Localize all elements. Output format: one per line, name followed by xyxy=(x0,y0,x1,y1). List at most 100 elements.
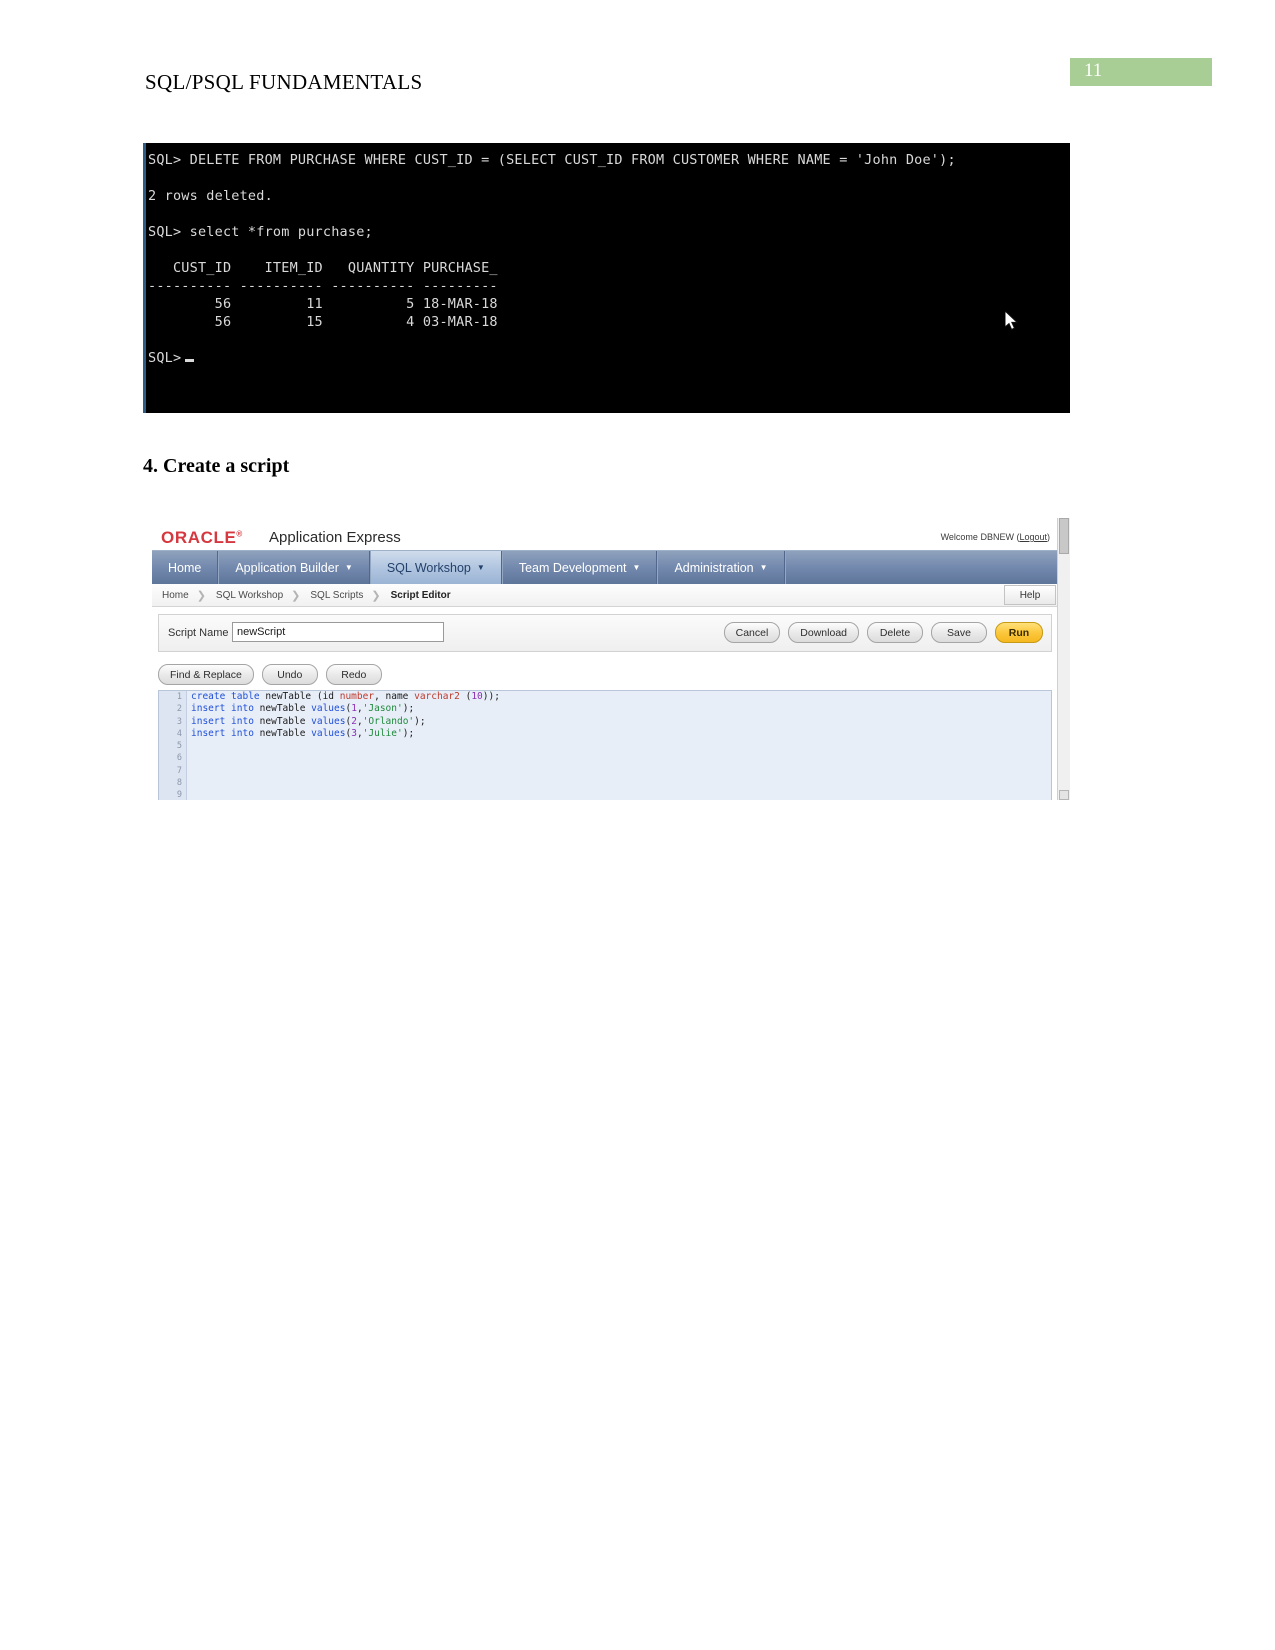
code-token: )); xyxy=(482,691,500,702)
oracle-wordmark: ORACLE xyxy=(161,528,237,547)
nav-tab-sql-workshop[interactable]: SQL Workshop ▼ xyxy=(369,551,502,585)
terminal-line: CUST_ID ITEM_ID QUANTITY PURCHASE_ xyxy=(148,260,498,276)
breadcrumb-separator-icon: ❯ xyxy=(196,589,206,602)
scroll-down-arrow-icon[interactable] xyxy=(1059,790,1069,800)
line-number-gutter: 1 234 567 89 xyxy=(159,691,187,800)
terminal-line: SQL> xyxy=(148,349,1070,367)
breadcrumb-separator-icon: ❯ xyxy=(371,589,381,602)
code-token: ); xyxy=(402,703,415,715)
help-button[interactable]: Help xyxy=(1004,585,1056,605)
breadcrumb-separator-icon: ❯ xyxy=(291,589,301,602)
code-token: insert xyxy=(191,715,232,727)
code-token: 10 xyxy=(471,691,483,702)
code-token: number xyxy=(339,691,375,702)
chevron-down-icon: ▼ xyxy=(759,563,768,572)
page-number-badge: 11 xyxy=(1070,58,1212,86)
code-token: 'Julie' xyxy=(362,727,403,739)
sqlplus-terminal-screenshot: SQL> DELETE FROM PURCHASE WHERE CUST_ID … xyxy=(143,143,1070,413)
code-line: create table newTable (id number, name v… xyxy=(191,691,1051,703)
run-button[interactable]: Run xyxy=(995,622,1043,643)
line-number: 6 xyxy=(176,753,182,764)
code-token: newTable xyxy=(259,703,312,715)
nav-tab-label: Home xyxy=(168,561,202,575)
code-token: , name xyxy=(374,691,415,702)
chevron-down-icon: ▼ xyxy=(632,563,641,572)
terminal-line: ---------- ---------- ---------- -------… xyxy=(148,278,498,294)
page-title: SQL/PSQL FUNDAMENTALS xyxy=(145,70,423,94)
code-token: newTable xyxy=(259,715,312,727)
code-line: insert into newTable values(1,'Jason'); xyxy=(191,703,1051,715)
code-token: insert xyxy=(191,727,232,739)
code-token: values xyxy=(311,703,346,715)
apex-main-navigation: Home Application Builder ▼ SQL Workshop ▼ Tea… xyxy=(152,550,1058,585)
logout-link[interactable]: Logout xyxy=(1019,532,1047,542)
logout-paren-close: ) xyxy=(1047,532,1050,542)
terminal-line: SQL> DELETE FROM PURCHASE WHERE CUST_ID … xyxy=(148,152,956,168)
editor-tool-group: Find & Replace Undo Redo xyxy=(158,664,382,685)
download-button[interactable]: Download xyxy=(788,622,859,643)
section-heading: 4. Create a script xyxy=(143,455,290,477)
apex-viewport: ORACLE® Application Express Welcome DBNE… xyxy=(152,518,1058,800)
redo-button[interactable]: Redo xyxy=(325,664,382,685)
welcome-area: Welcome DBNEW (Logout) xyxy=(941,532,1050,542)
undo-button[interactable]: Undo xyxy=(261,664,318,685)
terminal-line: 56 15 4 03-MAR-18 xyxy=(148,314,498,330)
line-number: 3 xyxy=(176,716,182,727)
code-line: insert into newTable values(3,'Julie'); xyxy=(191,728,1051,740)
code-token: insert xyxy=(191,703,232,715)
chevron-down-icon: ▼ xyxy=(476,563,485,572)
breadcrumb-item: Script Editor xyxy=(390,589,451,601)
script-name-label: Script Name xyxy=(168,627,229,639)
apex-script-editor-screenshot: ORACLE® Application Express Welcome DBNE… xyxy=(152,518,1070,800)
terminal-line: SQL> select *from purchase; xyxy=(148,224,373,240)
toolbar-button-group: Cancel Download Delete Save Run xyxy=(723,622,1043,643)
cancel-button[interactable]: Cancel xyxy=(723,622,781,643)
code-token: 'Orlando' xyxy=(362,715,415,727)
terminal-line: 2 rows deleted. xyxy=(148,188,273,204)
breadcrumb: Home ❯ SQL Workshop ❯ SQL Scripts ❯ Script Edi… xyxy=(152,584,1058,607)
breadcrumb-item[interactable]: SQL Workshop xyxy=(206,590,283,601)
terminal-line: 56 11 5 18-MAR-18 xyxy=(148,296,498,312)
vertical-scrollbar[interactable] xyxy=(1057,518,1070,800)
code-token: ); xyxy=(402,727,415,739)
page-header: SQL/PSQL FUNDAMENTALS 11 xyxy=(0,0,1275,120)
chevron-down-icon: ▼ xyxy=(344,563,353,572)
code-token: into xyxy=(231,715,260,727)
sql-code-editor[interactable]: 1 234 567 89 create table newTable (id numb… xyxy=(158,690,1052,800)
code-content[interactable]: create table newTable (id number, name v… xyxy=(191,691,1051,800)
code-token: values xyxy=(311,727,346,739)
line-number: 1 xyxy=(176,692,182,702)
apex-branding-bar: ORACLE® Application Express Welcome DBNE… xyxy=(152,518,1058,550)
delete-button[interactable]: Delete xyxy=(867,622,923,643)
scrollbar-thumb[interactable] xyxy=(1059,518,1069,554)
save-button[interactable]: Save xyxy=(931,622,987,643)
code-token: values xyxy=(311,715,346,727)
code-token: newTable xyxy=(259,727,312,739)
nav-tab-label: Application Builder xyxy=(235,561,339,575)
line-number: 9 xyxy=(176,790,182,800)
script-name-input[interactable] xyxy=(232,622,444,642)
code-token: newTable (id xyxy=(265,691,340,702)
find-replace-button[interactable]: Find & Replace xyxy=(158,664,254,685)
code-token: ); xyxy=(414,715,426,727)
nav-tab-home[interactable]: Home xyxy=(152,551,219,585)
script-toolbar: Script Name Cancel Download Delete Save Run xyxy=(158,614,1052,652)
breadcrumb-item[interactable]: SQL Scripts xyxy=(300,590,363,601)
nav-tab-application-builder[interactable]: Application Builder ▼ xyxy=(218,551,370,585)
nav-tab-label: SQL Workshop xyxy=(386,561,471,575)
nav-tab-administration[interactable]: Administration ▼ xyxy=(657,551,785,585)
nav-tab-team-development[interactable]: Team Development ▼ xyxy=(501,551,658,585)
line-number: 5 xyxy=(176,741,182,752)
line-number: 8 xyxy=(176,778,182,789)
line-number: 4 xyxy=(176,728,182,739)
code-token: table xyxy=(231,691,266,702)
code-token: into xyxy=(231,727,260,739)
breadcrumb-item[interactable]: Home xyxy=(152,590,189,601)
product-name: Application Express xyxy=(269,529,401,546)
terminal-cursor xyxy=(185,359,195,362)
